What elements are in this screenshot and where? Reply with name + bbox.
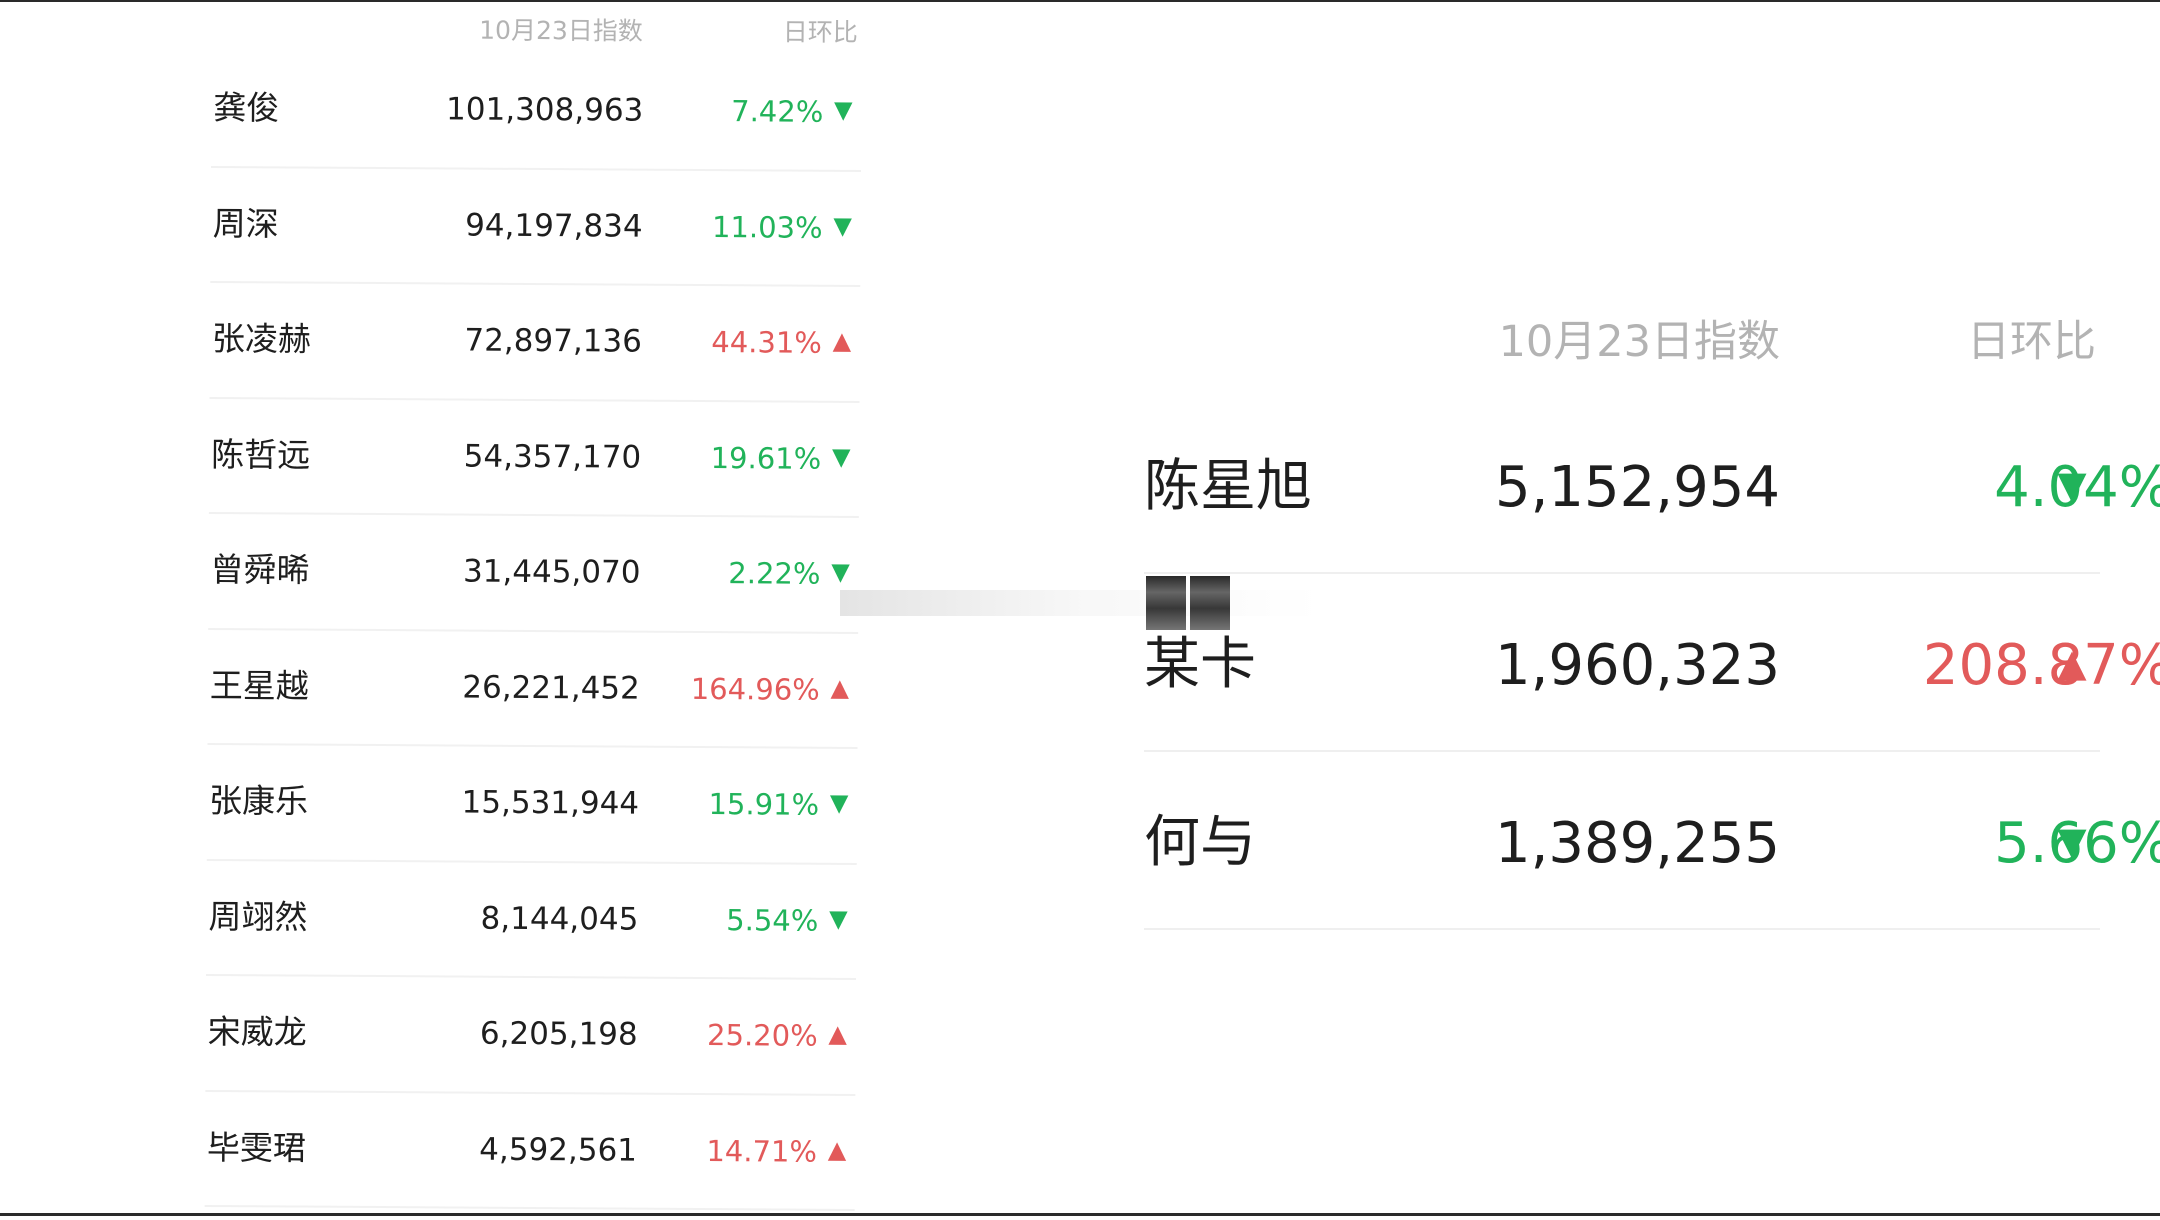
triangle-up-icon: ▲ — [830, 673, 850, 702]
index-value: 26,221,452 — [462, 669, 640, 707]
triangle-down-icon: ▼ — [2057, 819, 2087, 863]
triangle-up-icon: ▲ — [832, 326, 852, 355]
daily-change-value: 44.31% — [711, 325, 823, 360]
triangle-up-icon: ▲ — [2057, 641, 2087, 685]
index-value: 15,531,944 — [461, 784, 640, 822]
triangle-down-icon: ▼ — [829, 904, 848, 933]
daily-change-value: 19.61% — [710, 440, 822, 476]
ranking-row[interactable]: 宋威龙 6,205,198 25.20% ▲ — [205, 975, 857, 1096]
daily-change-value: 11.03% — [711, 209, 823, 245]
person-name: 陈星旭 — [1144, 454, 1312, 519]
glitch-block — [1190, 576, 1230, 630]
triangle-down-icon: ▼ — [834, 95, 853, 124]
index-value: 72,897,136 — [464, 322, 643, 360]
ranking-row[interactable]: 周深 94,197,834 11.03% ▼ — [210, 167, 861, 287]
person-name: 陈哲远 — [211, 434, 311, 475]
daily-change-value: 5.54% — [726, 902, 819, 938]
index-value: 101,308,963 — [446, 91, 644, 129]
person-name: 张凌赫 — [211, 319, 312, 359]
triangle-down-icon: ▼ — [833, 211, 852, 240]
index-value: 31,445,070 — [462, 553, 641, 591]
index-value: 8,144,045 — [480, 900, 639, 938]
index-value: 6,205,198 — [479, 1015, 638, 1053]
glitch-fade-band — [840, 590, 1320, 616]
ranking-row[interactable]: 曾舜晞 31,445,070 2.22% ▼ — [208, 513, 859, 634]
triangle-up-icon: ▲ — [828, 1019, 848, 1048]
ranking-list: 龚俊 101,308,963 7.42% ▼ 周深 94,197,834 11.03% ▼ 张凌… — [204, 51, 862, 1211]
person-name: 龚俊 — [213, 88, 280, 128]
person-name: 王星越 — [209, 665, 309, 706]
glitch-block — [1146, 576, 1186, 630]
person-name: 何与 — [1144, 810, 1256, 875]
ranking-row[interactable]: 何与 1,389,255 5.66% ▼ — [1144, 752, 2160, 930]
person-name: 宋威龙 — [207, 1011, 307, 1052]
ranking-row[interactable]: 陈哲远 54,357,170 19.61% ▼ — [208, 398, 860, 518]
ranking-row[interactable]: 毕雯珺 4,592,561 14.71% ▲ — [204, 1091, 856, 1211]
ranking-row[interactable]: 王星越 26,221,452 164.96% ▲ — [207, 629, 859, 749]
person-name: 某卡 — [1144, 632, 1256, 697]
glitch-artifact — [840, 570, 1320, 640]
triangle-up-icon: ▲ — [827, 1135, 847, 1164]
change-column-header: 日环比 — [1967, 317, 2096, 367]
triangle-down-icon: ▼ — [831, 442, 851, 471]
person-name: 周翊然 — [208, 896, 308, 937]
person-name: 毕雯珺 — [206, 1127, 307, 1168]
triangle-down-icon: ▼ — [2057, 463, 2087, 507]
person-name: 张康乐 — [208, 780, 309, 821]
left-ranking-panel: 10月23日指数 日环比 龚俊 101,308,963 7.42% ▼ 周深 94,197… — [204, 0, 862, 1220]
index-value: 54,357,170 — [463, 438, 642, 476]
index-value: 94,197,834 — [465, 207, 643, 245]
person-name: 曾舜晞 — [210, 550, 310, 590]
triangle-down-icon: ▼ — [829, 788, 849, 817]
ranking-list: 陈星旭 5,152,954 4.04% ▼ 某卡 1,960,323 208.87% ▲ 何与 1… — [1144, 396, 2160, 930]
ranking-row[interactable]: 周翊然 8,144,045 5.54% ▼ — [206, 860, 857, 980]
change-column-header: 日环比 — [782, 17, 858, 47]
person-name: 周深 — [212, 203, 279, 243]
ranking-row[interactable]: 张康乐 15,531,944 15.91% ▼ — [206, 744, 858, 865]
daily-change-value: 164.96% — [690, 671, 820, 707]
ranking-row[interactable]: 龚俊 101,308,963 7.42% ▼ — [210, 51, 862, 172]
daily-change-value: 15.91% — [708, 787, 820, 822]
ranking-row[interactable]: 陈星旭 5,152,954 4.04% ▼ — [1144, 396, 2160, 574]
daily-change-value: 14.71% — [706, 1133, 818, 1169]
index-value: 4,592,561 — [479, 1131, 638, 1169]
daily-change-value: 7.42% — [731, 94, 824, 129]
daily-change-value: 25.20% — [707, 1018, 818, 1053]
ranking-row[interactable]: 张凌赫 72,897,136 44.31% ▲ — [209, 282, 861, 403]
daily-change-value: 2.22% — [728, 556, 821, 591]
